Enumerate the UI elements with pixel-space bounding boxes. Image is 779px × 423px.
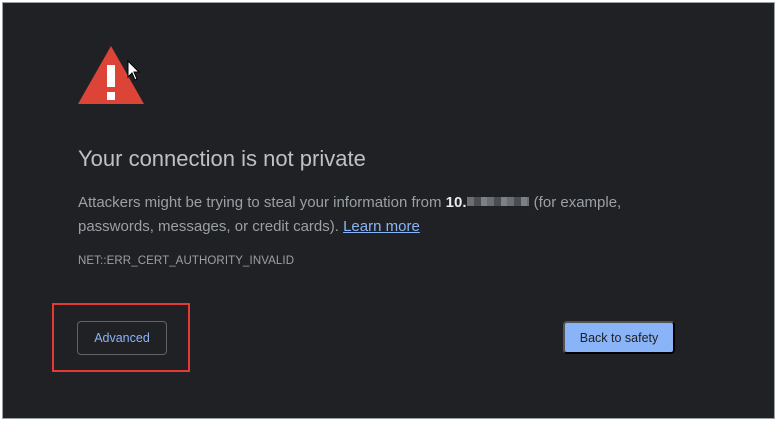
interstitial-page: Your connection is not private Attackers… (2, 2, 775, 419)
back-to-safety-button[interactable]: Back to safety (563, 321, 675, 354)
error-code: NET::ERR_CERT_AUTHORITY_INVALID (78, 255, 295, 267)
message-text: Attackers might be trying to steal your … (78, 194, 446, 211)
redacted-address (466, 197, 529, 206)
warning-message: Attackers might be trying to steal your … (78, 191, 678, 239)
learn-more-link[interactable]: Learn more (343, 218, 420, 235)
advanced-button[interactable]: Advanced (77, 321, 167, 355)
page-title: Your connection is not private (78, 146, 366, 171)
mouse-pointer-icon (127, 60, 141, 81)
host-address: 10. (445, 194, 467, 211)
